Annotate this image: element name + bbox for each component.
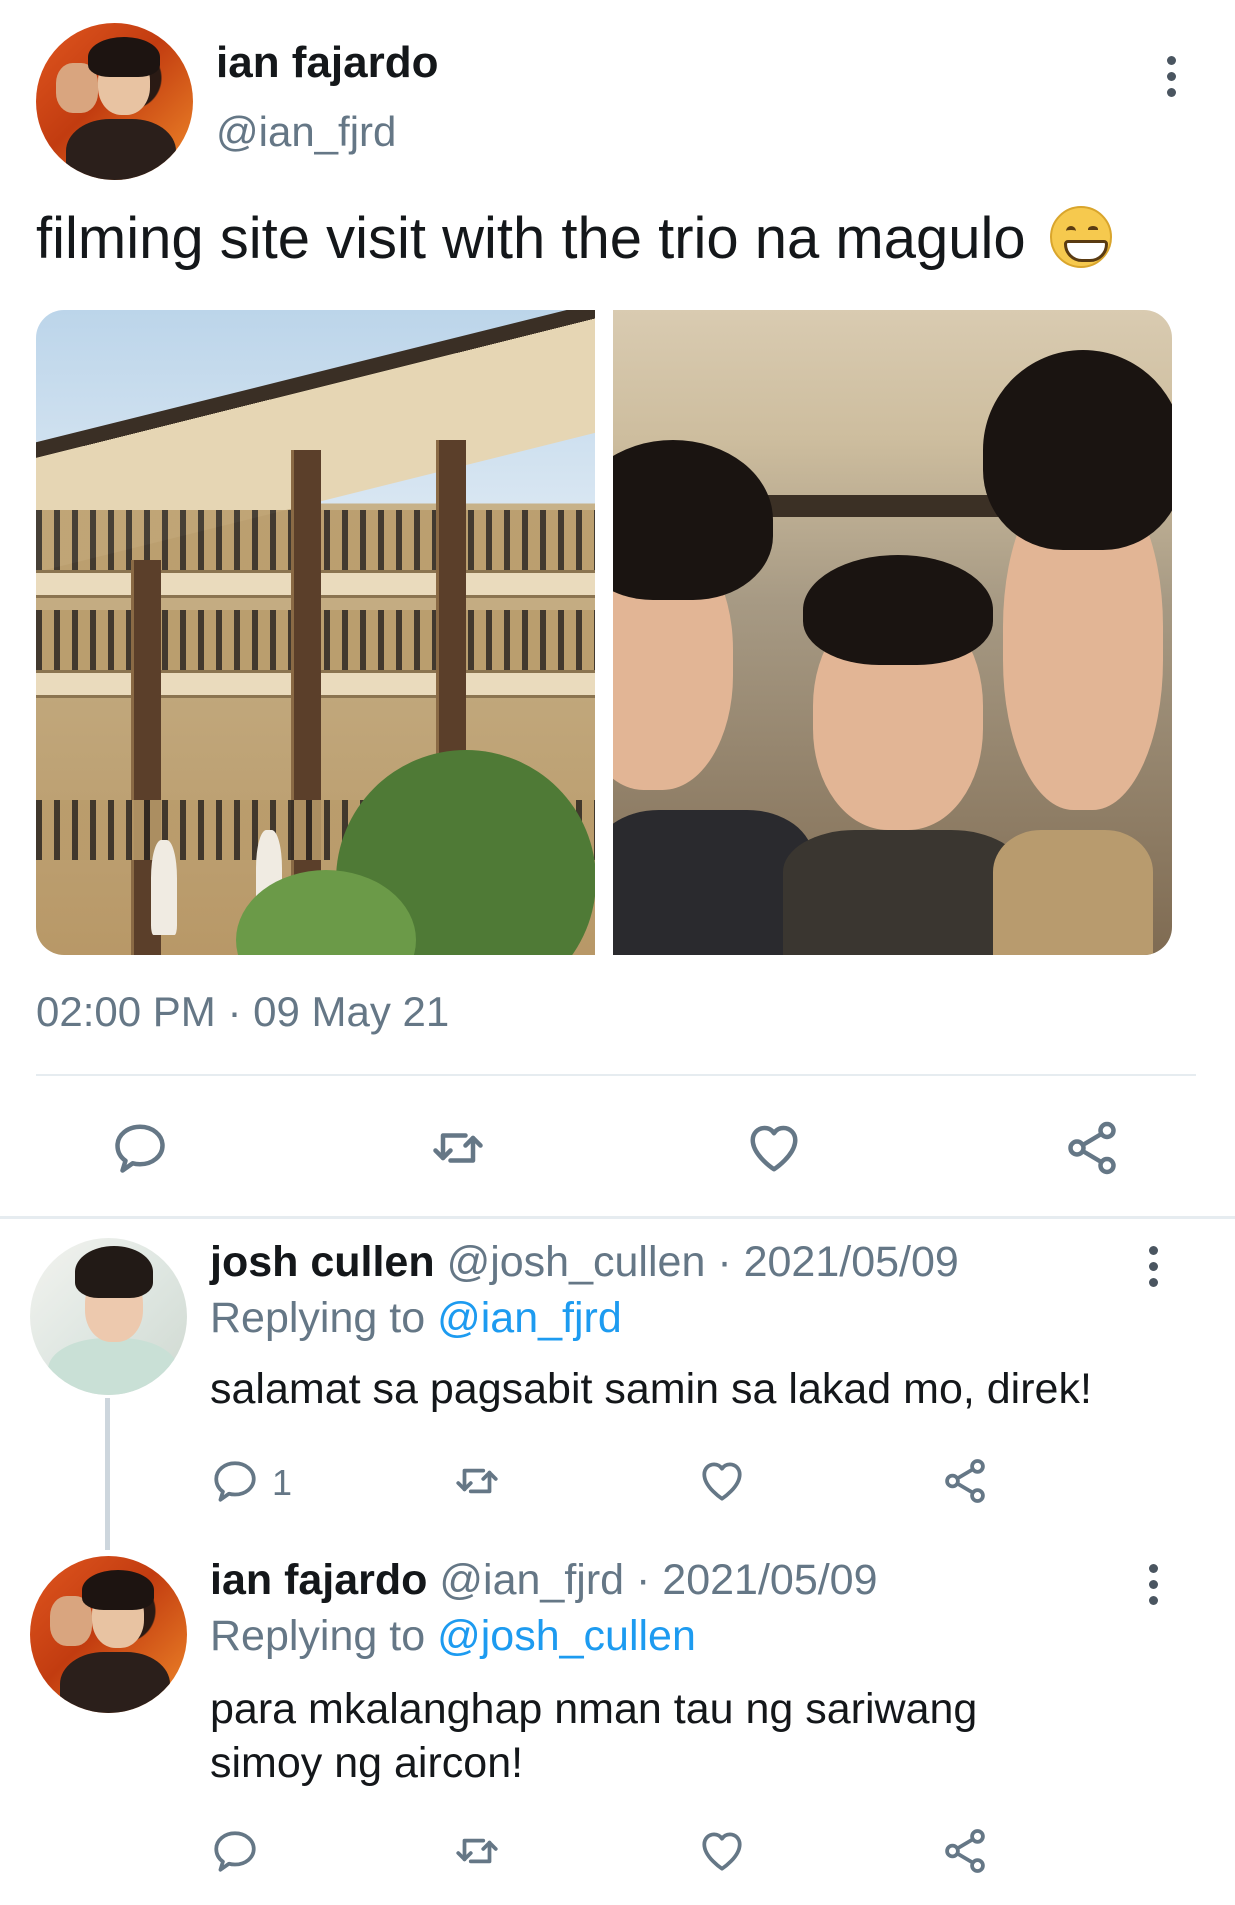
divider: [36, 1074, 1196, 1076]
share-icon[interactable]: [940, 1826, 990, 1876]
replying-to: Replying to @ian_fjrd: [210, 1294, 622, 1342]
grinning-emoji-icon: [1049, 206, 1112, 268]
reply-text: para mkalanghap nman tau ng sariwang sim…: [210, 1685, 978, 1787]
author-handle[interactable]: @ian_fjrd: [216, 108, 396, 156]
section-divider: [0, 1216, 1235, 1219]
mansion-photo[interactable]: [36, 310, 595, 955]
reply-header: josh cullen @josh_cullen · 2021/05/09: [210, 1238, 959, 1286]
reply-date: 2021/05/09: [662, 1556, 878, 1604]
reply-icon[interactable]: [210, 1456, 260, 1506]
share-icon[interactable]: [1062, 1118, 1122, 1178]
retweet-icon[interactable]: [450, 1456, 504, 1506]
tweet-timestamp: 02:00 PM · 09 May 21: [36, 988, 450, 1035]
mention-link[interactable]: @ian_fjrd: [437, 1294, 622, 1342]
tweet-media[interactable]: [36, 310, 1172, 955]
selfie-photo[interactable]: [613, 310, 1172, 955]
author-avatar[interactable]: [36, 23, 193, 180]
more-options-icon[interactable]: [1164, 56, 1178, 97]
reply-avatar[interactable]: [30, 1556, 187, 1713]
retweet-icon[interactable]: [450, 1826, 504, 1876]
like-icon[interactable]: [744, 1118, 804, 1178]
reply-avatar[interactable]: [30, 1238, 187, 1395]
thread-line: [105, 1398, 110, 1550]
like-icon[interactable]: [697, 1826, 747, 1876]
reply-icon[interactable]: [210, 1826, 260, 1876]
share-icon[interactable]: [940, 1456, 990, 1506]
tweet-text: filming site visit with the trio na magu…: [36, 205, 1112, 272]
reply-author-handle[interactable]: @josh_cullen: [447, 1238, 706, 1286]
retweet-icon[interactable]: [426, 1118, 490, 1178]
reply-icon[interactable]: [110, 1118, 170, 1178]
replying-to: Replying to @josh_cullen: [210, 1612, 696, 1660]
reply-author-name[interactable]: ian fajardo: [210, 1556, 427, 1604]
reply-author-handle[interactable]: @ian_fjrd: [439, 1556, 624, 1604]
reply-author-name[interactable]: josh cullen: [210, 1238, 435, 1286]
more-options-icon[interactable]: [1146, 1564, 1160, 1605]
more-options-icon[interactable]: [1146, 1246, 1160, 1287]
mention-link[interactable]: @josh_cullen: [437, 1612, 696, 1660]
tweet-detail-page: ian fajardo @ian_fjrd filming site visit…: [0, 0, 1235, 1905]
reply-count: 1: [272, 1462, 293, 1503]
reply-text: salamat sa pagsabit samin sa lakad mo, d…: [210, 1365, 1092, 1413]
like-icon[interactable]: [697, 1456, 747, 1506]
reply-header: ian fajardo @ian_fjrd · 2021/05/09: [210, 1556, 878, 1604]
author-name[interactable]: ian fajardo: [216, 38, 439, 88]
reply-date: 2021/05/09: [743, 1238, 959, 1286]
